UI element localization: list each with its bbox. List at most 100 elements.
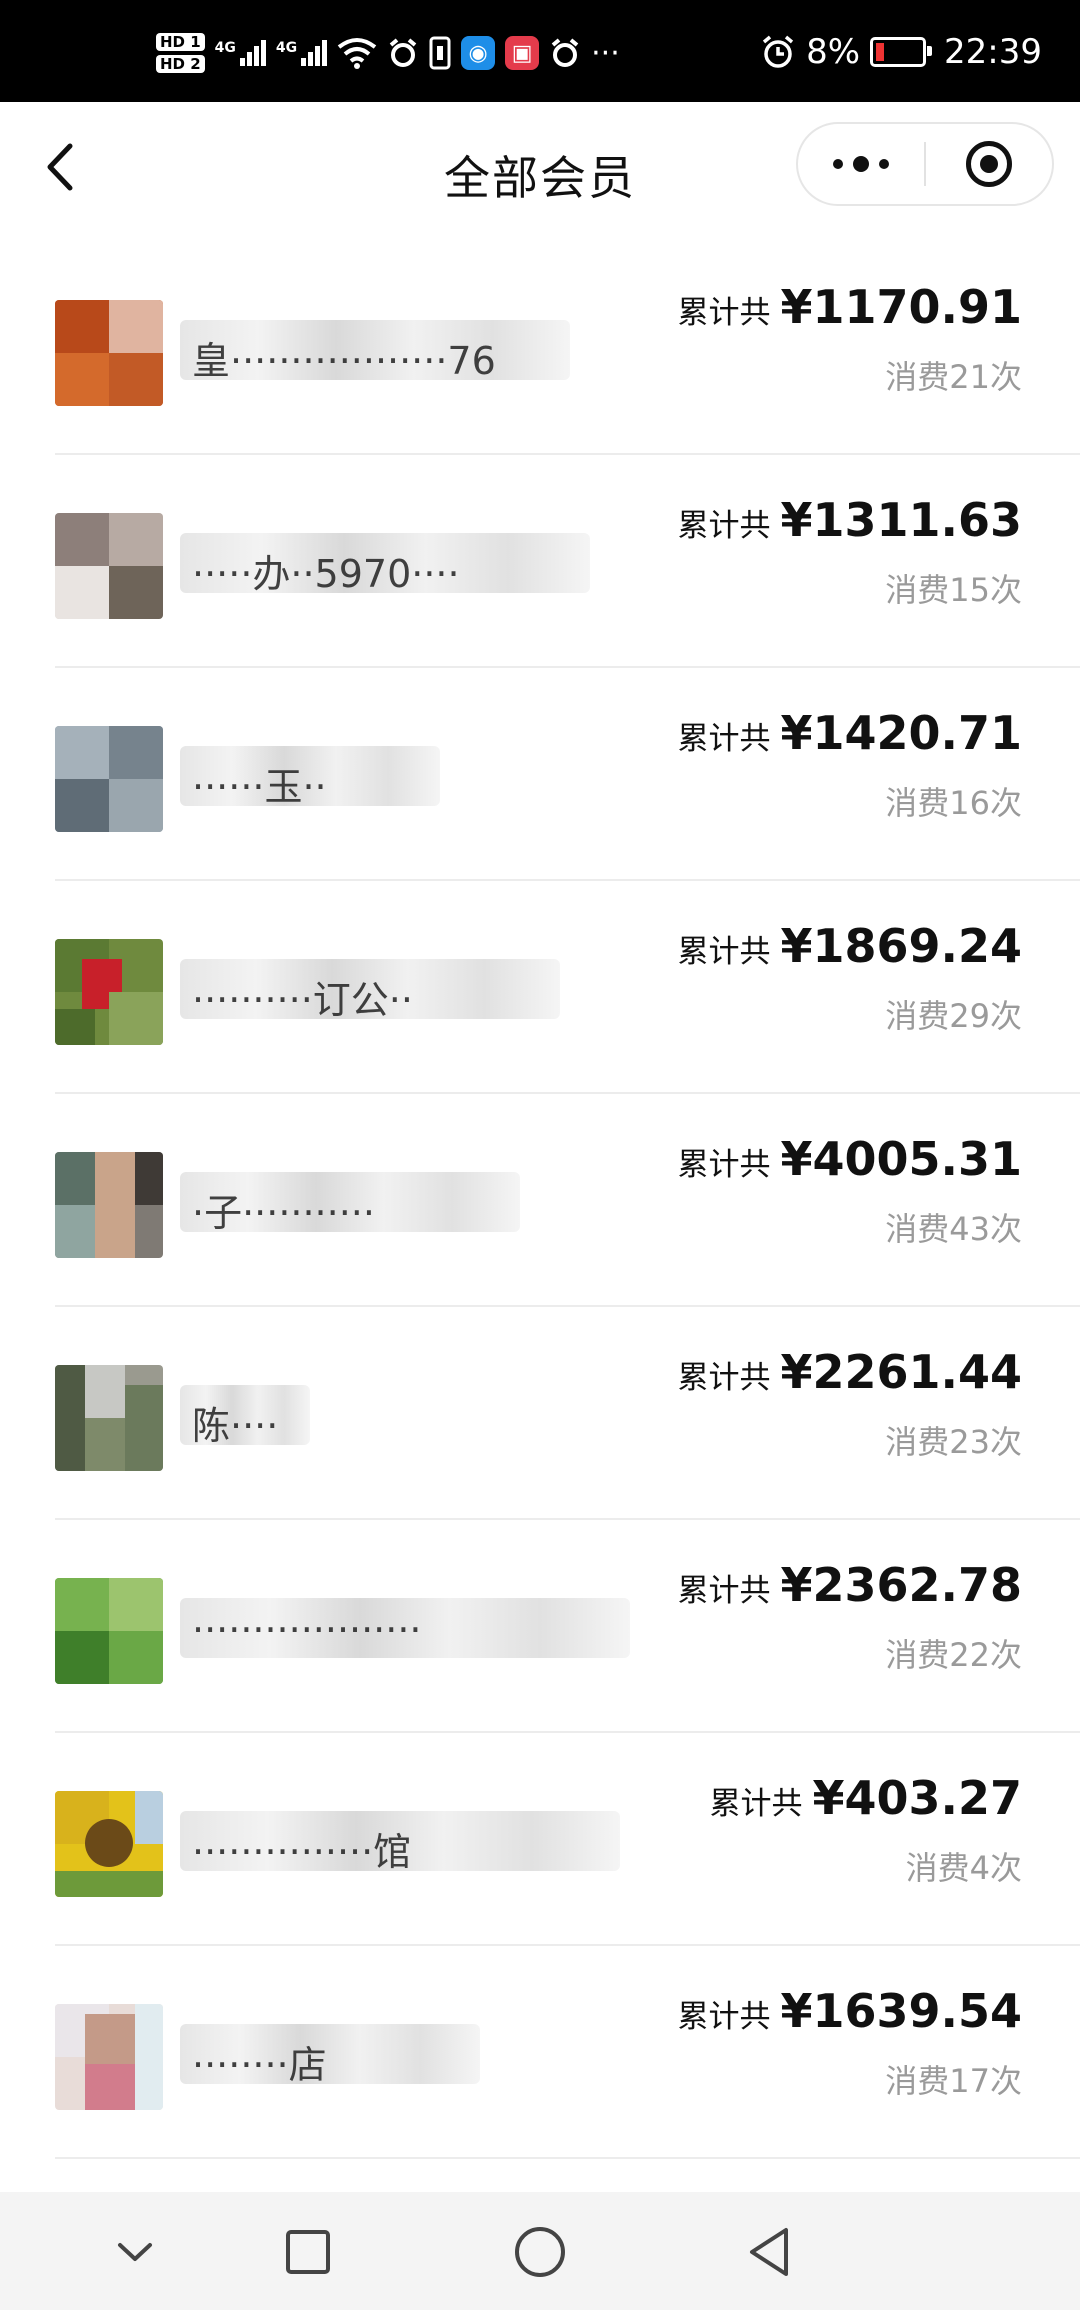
network-type-1: 4G <box>214 40 236 56</box>
member-stats: 累计共 ¥1639.54 消费17次 <box>677 1984 1022 2102</box>
member-row[interactable]: ·····办··5970···· 累计共 ¥1311.63 消费15次 <box>0 455 1080 668</box>
member-stats: 累计共 ¥403.27 消费4次 <box>709 1771 1022 1889</box>
member-stats: 累计共 ¥2261.44 消费23次 <box>677 1345 1022 1463</box>
total-line: 累计共 ¥1311.63 <box>677 493 1022 547</box>
member-row[interactable]: ··········订公·· 累计共 ¥1869.24 消费29次 <box>0 881 1080 1094</box>
member-stats: 累计共 ¥1420.71 消费16次 <box>677 706 1022 824</box>
member-stats: 累计共 ¥2362.78 消费22次 <box>677 1558 1022 1676</box>
signal-2-icon: 4G <box>276 40 328 66</box>
reader-icon: ▣ <box>505 36 540 70</box>
member-name: ··········订公·· <box>180 959 560 1019</box>
total-prefix: 累计共 <box>677 721 771 757</box>
recent-apps-icon <box>286 2230 330 2274</box>
member-stats: 累计共 ¥1170.91 消费21次 <box>677 280 1022 398</box>
member-stats: 累计共 ¥4005.31 消费43次 <box>677 1132 1022 1250</box>
total-prefix: 累计共 <box>677 1573 771 1609</box>
member-name: ·子··········· <box>180 1172 520 1232</box>
visit-count: 消费43次 <box>885 1210 1022 1248</box>
recent-apps-button[interactable] <box>268 2212 348 2292</box>
member-list: 皇··················76 累计共 ¥1170.91 消费21次… <box>0 242 1080 2159</box>
visit-count: 消费17次 <box>885 2062 1022 2100</box>
member-name: ······玉·· <box>180 746 440 806</box>
total-line: 累计共 ¥1420.71 <box>677 706 1022 760</box>
collapse-chevron-icon <box>118 2243 152 2261</box>
more-menu-button[interactable] <box>798 124 924 204</box>
visit-count: 消费23次 <box>885 1423 1022 1461</box>
member-name: ········店 <box>180 2024 480 2084</box>
member-row[interactable]: 陈···· 累计共 ¥2261.44 消费23次 <box>0 1307 1080 1520</box>
hd-indicator: HD 1 HD 2 <box>156 33 205 73</box>
member-avatar <box>55 1152 163 1258</box>
total-line: 累计共 ¥4005.31 <box>677 1132 1022 1186</box>
nav-bar: 全部会员 <box>0 102 1080 232</box>
collapse-button[interactable] <box>95 2212 175 2292</box>
home-circle-icon <box>515 2227 565 2277</box>
member-avatar <box>55 300 163 406</box>
close-mini-program-button[interactable] <box>926 124 1052 204</box>
total-amount: ¥1311.63 <box>780 493 1022 547</box>
member-name: ·····办··5970···· <box>180 533 590 593</box>
total-prefix: 累计共 <box>677 508 771 544</box>
member-name: ···············馆 <box>180 1811 620 1871</box>
total-prefix: 累计共 <box>677 295 771 331</box>
total-amount: ¥403.27 <box>812 1771 1022 1825</box>
total-amount: ¥1420.71 <box>780 706 1022 760</box>
total-line: 累计共 ¥1639.54 <box>677 1984 1022 2038</box>
member-name: 陈···· <box>180 1385 310 1445</box>
member-avatar <box>55 1791 163 1897</box>
member-row[interactable]: ······玉·· 累计共 ¥1420.71 消费16次 <box>0 668 1080 881</box>
hd2-badge: HD 2 <box>156 55 205 73</box>
total-amount: ¥1869.24 <box>780 919 1022 973</box>
total-amount: ¥2362.78 <box>780 1558 1022 1612</box>
total-line: 累计共 ¥403.27 <box>709 1771 1022 1825</box>
member-avatar <box>55 939 163 1045</box>
total-amount: ¥1170.91 <box>780 280 1022 334</box>
alarm-app-icon <box>389 38 417 67</box>
visit-count: 消费21次 <box>885 358 1022 396</box>
member-name-text: 陈···· <box>192 1404 279 1445</box>
total-line: 累计共 ¥2261.44 <box>677 1345 1022 1399</box>
member-row[interactable]: ········店 累计共 ¥1639.54 消费17次 <box>0 1946 1080 2159</box>
hd1-badge: HD 1 <box>156 33 205 51</box>
more-notifications: ··· <box>591 35 620 71</box>
visit-count: 消费22次 <box>885 1636 1022 1674</box>
member-avatar <box>55 1578 163 1684</box>
member-avatar <box>55 726 163 832</box>
member-row[interactable]: ·子··········· 累计共 ¥4005.31 消费43次 <box>0 1094 1080 1307</box>
member-name: ··················· <box>180 1598 630 1658</box>
member-stats: 累计共 ¥1869.24 消费29次 <box>677 919 1022 1037</box>
clock-time: 22:39 <box>944 32 1042 72</box>
total-amount: ¥1639.54 <box>780 1984 1022 2038</box>
sim-card-icon <box>429 36 451 70</box>
status-right-group: 8% 22:39 <box>760 32 1042 72</box>
browser-icon: ◉ <box>461 36 496 70</box>
total-line: 累计共 ¥2362.78 <box>677 1558 1022 1612</box>
battery-icon <box>870 37 933 67</box>
total-prefix: 累计共 <box>709 1786 803 1822</box>
member-name: 皇··················76 <box>180 320 570 380</box>
member-name-text: ······玉·· <box>192 765 327 806</box>
visit-count: 消费15次 <box>885 571 1022 609</box>
member-name-text: 皇··················76 <box>192 339 496 380</box>
alarm-clock-icon <box>762 35 794 68</box>
visit-count: 消费16次 <box>885 784 1022 822</box>
system-back-button[interactable] <box>730 2212 810 2292</box>
member-avatar <box>55 2004 163 2110</box>
alarm-app-icon <box>551 38 579 67</box>
total-prefix: 累计共 <box>677 934 771 970</box>
member-avatar <box>55 1365 163 1471</box>
total-line: 累计共 ¥1869.24 <box>677 919 1022 973</box>
member-name-text: ·子··········· <box>192 1191 375 1232</box>
member-avatar <box>55 513 163 619</box>
member-row[interactable]: ···············馆 累计共 ¥403.27 消费4次 <box>0 1733 1080 1946</box>
member-row[interactable]: 皇··················76 累计共 ¥1170.91 消费21次 <box>0 242 1080 455</box>
status-bar: HD 1 HD 2 4G 4G ◉ ▣ ··· 8% 22:39 <box>0 0 1080 102</box>
total-prefix: 累计共 <box>677 1360 771 1396</box>
more-dots-icon <box>833 156 889 172</box>
total-line: 累计共 ¥1170.91 <box>677 280 1022 334</box>
total-amount: ¥4005.31 <box>780 1132 1022 1186</box>
home-button[interactable] <box>500 2212 580 2292</box>
member-row[interactable]: ··················· 累计共 ¥2362.78 消费22次 <box>0 1520 1080 1733</box>
status-left-group: HD 1 HD 2 4G 4G ◉ ▣ ··· <box>156 28 620 78</box>
battery-percent: 8% <box>806 32 861 72</box>
